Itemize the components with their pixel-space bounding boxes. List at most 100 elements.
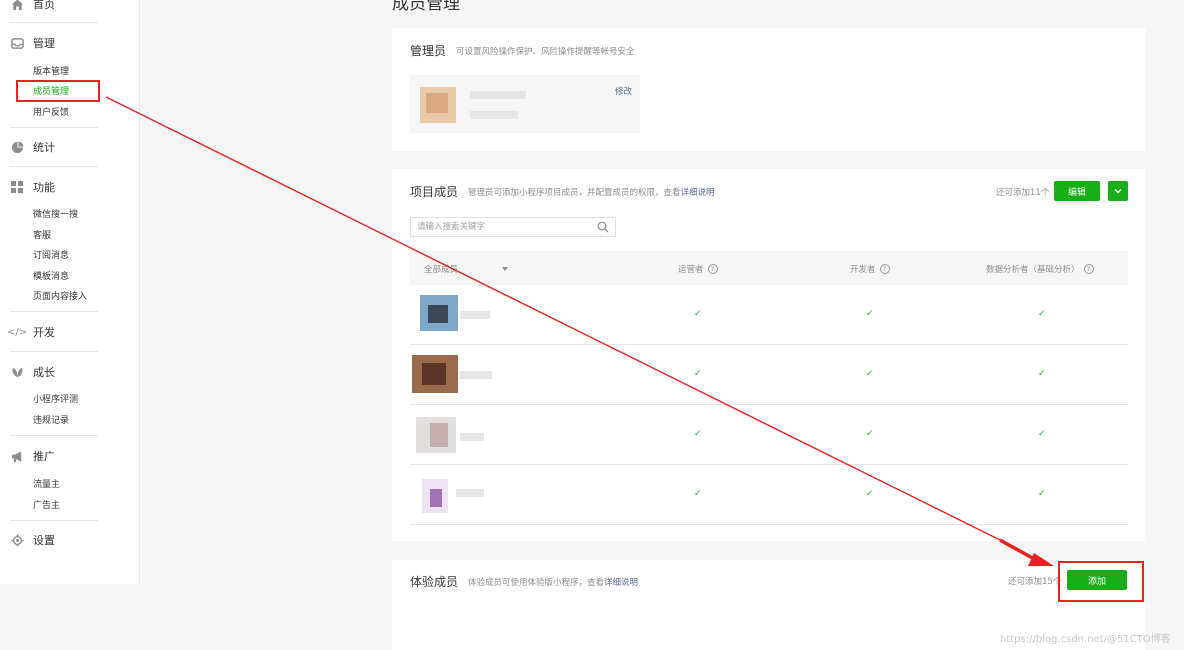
project-members-card: 项目成员 管理员可添加小程序项目成员，并配置成员的权限，查看详细说明 还可添加1… — [392, 169, 1145, 541]
nav-home[interactable]: 首页 — [10, 0, 55, 14]
sidebar-item-advertiser[interactable]: 广告主 — [33, 500, 60, 512]
sidebar-item-violations[interactable]: 违规记录 — [33, 415, 69, 427]
col-all-members[interactable]: 全部成员 — [424, 263, 509, 275]
check-icon: ✓ — [866, 489, 874, 499]
table-row: ✓ ✓ ✓ — [410, 285, 1128, 345]
check-icon: ✓ — [1038, 429, 1046, 439]
project-detail-link[interactable]: 详细说明 — [681, 188, 715, 198]
search-icon[interactable] — [597, 221, 609, 233]
gear-icon — [10, 533, 24, 547]
nav-stats[interactable]: 统计 — [10, 137, 55, 157]
avatar-detail — [422, 363, 446, 385]
col-all-members-label: 全部成员 — [424, 265, 459, 275]
nav-promo-label: 推广 — [33, 450, 55, 463]
check-icon: ✓ — [866, 369, 874, 379]
edit-button[interactable]: 编辑 — [1054, 181, 1100, 201]
leaf-icon — [10, 365, 24, 379]
admin-id — [470, 111, 518, 119]
check-icon: ✓ — [1038, 489, 1046, 499]
sidebar-item-review[interactable]: 小程序评测 — [33, 394, 78, 406]
inbox-icon — [10, 36, 24, 50]
page-title: 成员管理 — [392, 0, 460, 14]
avatar-detail — [428, 305, 448, 323]
divider — [10, 166, 98, 167]
home-icon — [10, 0, 24, 11]
check-icon: ✓ — [694, 369, 702, 379]
member-name — [460, 433, 484, 441]
admin-card: 管理员 可设置风险操作保护、风险操作提醒等帐号安全 修改 — [392, 28, 1145, 151]
help-icon[interactable]: ? — [707, 264, 718, 274]
table-row: ✓ ✓ ✓ — [410, 465, 1128, 525]
divider — [10, 127, 98, 128]
project-remaining: 还可添加11个 — [996, 188, 1050, 198]
sidebar-item-traffic[interactable]: 流量主 — [33, 479, 60, 491]
sidebar-item-version[interactable]: 版本管理 — [33, 66, 69, 78]
trial-detail-link[interactable]: 详细说明 — [604, 578, 638, 588]
admin-name — [470, 91, 526, 99]
admin-info-box: 修改 — [410, 75, 640, 133]
check-icon: ✓ — [694, 309, 702, 319]
sidebar-item-subscribe[interactable]: 订阅消息 — [33, 250, 69, 262]
avatar-detail — [430, 489, 442, 507]
sidebar-item-search[interactable]: 微信搜一搜 — [33, 209, 78, 221]
check-icon: ✓ — [1038, 309, 1046, 319]
project-card-desc-text: 管理员可添加小程序项目成员，并配置成员的权限，查看 — [468, 188, 681, 198]
divider — [10, 351, 98, 352]
check-icon: ✓ — [866, 309, 874, 319]
nav-home-label: 首页 — [33, 0, 55, 11]
sidebar-item-content[interactable]: 页面内容接入 — [33, 291, 87, 303]
divider — [10, 22, 98, 23]
trial-card-desc-text: 体验成员可使用体验版小程序，查看 — [468, 578, 605, 588]
check-icon: ✓ — [694, 429, 702, 439]
col-analyst: 数据分析者（基础分析）? — [986, 263, 1094, 275]
help-icon[interactable]: ? — [1083, 264, 1094, 274]
nav-promo[interactable]: 推广 — [10, 446, 55, 466]
nav-growth-label: 成长 — [33, 366, 55, 379]
help-icon[interactable]: ? — [879, 264, 890, 274]
dropdown-button[interactable] — [1108, 181, 1128, 201]
table-row: ✓ ✓ ✓ — [410, 345, 1128, 405]
check-icon: ✓ — [1038, 369, 1046, 379]
member-name — [460, 311, 490, 319]
member-name — [460, 371, 492, 379]
project-card-title: 项目成员 — [410, 185, 459, 199]
nav-dev[interactable]: </> 开发 — [6, 322, 55, 342]
highlight-box-members — [16, 80, 100, 102]
search-input[interactable] — [411, 218, 591, 236]
member-name — [456, 489, 484, 497]
admin-card-title: 管理员 — [410, 44, 447, 58]
col-developer-label: 开发者 — [850, 265, 876, 275]
admin-card-desc: 可设置风险操作保护、风险操作提醒等帐号安全 — [456, 47, 635, 57]
sidebar-item-feedback[interactable]: 用户反馈 — [33, 107, 69, 119]
admin-edit-link[interactable]: 修改 — [615, 85, 632, 97]
col-operator: 运营者? — [678, 263, 718, 275]
sidebar-item-template[interactable]: 模板消息 — [33, 271, 69, 283]
divider — [10, 435, 98, 436]
watermark: https://blog.csdn.net/@51CTO博客 — [1000, 634, 1171, 645]
chevron-down-icon — [1114, 188, 1122, 194]
col-analyst-label: 数据分析者（基础分析） — [986, 265, 1080, 275]
nav-growth[interactable]: 成长 — [10, 362, 55, 382]
table-row: ✓ ✓ ✓ — [410, 405, 1128, 465]
nav-features[interactable]: 功能 — [10, 177, 55, 197]
trial-remaining: 还可添加15个 — [1008, 577, 1062, 587]
check-icon: ✓ — [866, 429, 874, 439]
nav-settings[interactable]: 设置 — [10, 530, 55, 550]
nav-manage[interactable]: 管理 — [10, 33, 55, 53]
check-icon: ✓ — [694, 489, 702, 499]
megaphone-icon — [10, 449, 24, 463]
sidebar-item-service[interactable]: 客服 — [33, 230, 51, 242]
nav-dev-label: 开发 — [33, 326, 55, 339]
nav-manage-label: 管理 — [33, 37, 55, 50]
grid-icon — [10, 180, 24, 194]
divider — [10, 520, 98, 521]
code-icon: </> — [6, 326, 28, 338]
nav-stats-label: 统计 — [33, 141, 55, 154]
avatar-face — [426, 93, 448, 113]
project-card-desc: 管理员可添加小程序项目成员，并配置成员的权限，查看详细说明 — [468, 186, 715, 198]
caret-down-icon — [502, 267, 509, 271]
nav-features-label: 功能 — [33, 181, 55, 194]
col-developer: 开发者? — [850, 263, 890, 275]
trial-card-title: 体验成员 — [410, 575, 459, 589]
nav-settings-label: 设置 — [33, 534, 55, 547]
